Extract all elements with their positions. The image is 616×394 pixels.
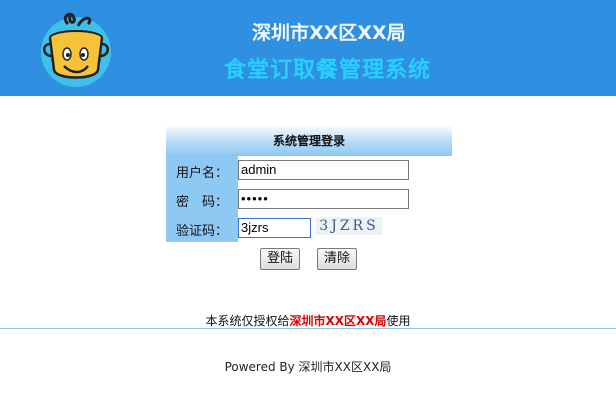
username-label: 用户名：	[176, 166, 229, 181]
system-title: 食堂订取餐管理系统	[224, 58, 432, 83]
username-input[interactable]: admin	[238, 160, 409, 180]
license-notice: 本系统仅授权给深圳市XX区XX局使用	[0, 312, 616, 329]
captcha-image[interactable]: 3JZRS	[316, 217, 382, 235]
divider	[0, 328, 616, 329]
license-prefix: 本系统仅授权给	[205, 314, 290, 328]
login-button[interactable]: 登陆	[260, 248, 300, 270]
cooking-pot-mascot-icon	[38, 8, 114, 88]
captcha-label: 验证码：	[176, 224, 229, 239]
clear-button[interactable]: 清除	[317, 248, 357, 270]
password-input[interactable]: •••••	[238, 189, 409, 209]
captcha-input[interactable]: 3jzrs	[238, 218, 311, 238]
footer-powered-by: Powered By 深圳市XX区XX局	[224, 360, 392, 374]
header-banner: 深圳市XX区XX局 食堂订取餐管理系统	[0, 0, 616, 96]
license-suffix: 使用	[386, 314, 411, 328]
password-label: 密 码：	[176, 195, 229, 210]
license-org: 深圳市XX区XX局	[289, 314, 387, 328]
label-column: 用户名： 密 码： 验证码：	[166, 156, 238, 242]
login-panel-title: 系统管理登录	[166, 126, 452, 156]
org-title: 深圳市XX区XX局	[252, 22, 406, 44]
